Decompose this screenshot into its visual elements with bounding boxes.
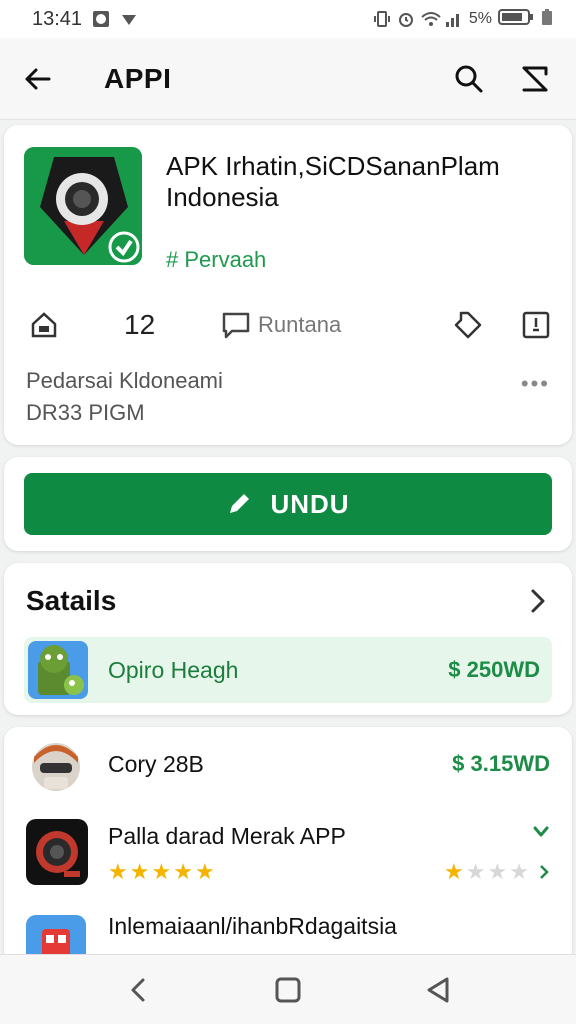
search-icon (455, 65, 483, 92)
star-icon: ★ (108, 859, 130, 884)
wifi-icon (421, 10, 441, 28)
comment-label[interactable]: Runtana (258, 312, 341, 338)
app-icon[interactable] (24, 147, 142, 265)
battery-saver-icon (540, 8, 554, 31)
comment-icon (220, 309, 252, 341)
chevron-left-icon (131, 978, 145, 1001)
app-info-card: APK Irhatin,SiCDSananPlam Indonesia # Pe… (4, 125, 572, 445)
list-item-name: Cory 28B (108, 751, 204, 777)
star-icon: ★ (487, 859, 510, 884)
app-list: Cory 28B $ 3.15WD Palla darad Merak APP … (4, 727, 572, 967)
share-button[interactable] (518, 62, 552, 96)
details-card: Satails Opiro Heagh $ 250WD (4, 563, 572, 715)
rating-stars-left: ★★★★★ (108, 859, 217, 885)
download-button[interactable]: UNDU (24, 473, 552, 535)
featured-app-name: Opiro Heagh (108, 657, 239, 683)
vibrate-icon (373, 10, 391, 28)
photo-notification-icon (92, 10, 110, 28)
featured-app-row[interactable]: Opiro Heagh $ 250WD (24, 637, 552, 703)
app-category-tag[interactable]: # Pervaah (166, 247, 266, 273)
app-name: APK Irhatin,SiCDSananPlam Indonesia (166, 151, 500, 212)
expand-chevron-icon[interactable] (532, 825, 550, 844)
download-info-icon[interactable] (520, 309, 552, 341)
publisher-info: Pedarsai Kldoneami DR33 PIGM (26, 365, 223, 429)
robot-app-icon (26, 737, 86, 797)
star-icon: ★ (194, 859, 217, 884)
stat-count: 12 (124, 309, 156, 340)
featured-app-size: $ 250WD (448, 657, 540, 682)
details-title: Satails (26, 585, 117, 616)
location-notification-icon (120, 10, 138, 28)
more-options-button[interactable]: ••• (521, 371, 550, 397)
list-item-name: Palla darad Merak APP (108, 823, 346, 849)
back-button[interactable] (18, 59, 58, 99)
star-icon: ★ (465, 859, 488, 884)
system-nav-bar (0, 954, 576, 1024)
share-icon (522, 66, 548, 91)
chevron-right-icon[interactable] (524, 587, 552, 615)
list-item-name: Inlemaiaanl/ihanbRdagaitsia (108, 913, 397, 939)
stats-row: 12 Runtana (4, 301, 572, 349)
status-time: 13:41 (32, 7, 83, 30)
publisher-sub: DR33 PIGM (26, 400, 145, 425)
tag-icon[interactable] (452, 309, 484, 341)
pencil-icon (230, 494, 250, 513)
star-icon: ★ (129, 859, 152, 884)
list-item[interactable]: Cory 28B $ 3.15WD (4, 727, 572, 813)
nav-recents-button[interactable] (422, 974, 454, 1006)
app-bar: APPI (0, 38, 576, 120)
status-bar: 13:41 5% (0, 0, 576, 38)
chevron-right-small-icon[interactable] (538, 863, 550, 886)
back-arrow-icon (25, 68, 51, 89)
triangle-back-icon (427, 977, 449, 1002)
alarm-icon (397, 10, 415, 28)
list-item[interactable]: Palla darad Merak APP ★★★★★ ★★★★ (4, 813, 572, 913)
battery-icon (498, 8, 534, 31)
android-app-icon (28, 641, 88, 699)
battery-percent: 5% (468, 10, 492, 27)
search-button[interactable] (452, 62, 486, 96)
star-icon: ★ (509, 859, 531, 884)
camera-app-icon (26, 819, 88, 885)
signal-icon (445, 10, 463, 28)
nav-home-button[interactable] (272, 974, 304, 1006)
page-title: APPI (104, 62, 172, 94)
home-icon (28, 309, 60, 341)
star-icon: ★ (444, 859, 466, 884)
publisher-name: Pedarsai Kldoneami (26, 368, 223, 393)
nav-back-button[interactable] (122, 974, 154, 1006)
download-card: UNDU (4, 457, 572, 551)
download-label: UNDU (270, 488, 350, 519)
square-icon (275, 977, 301, 1002)
list-item-size: $ 3.15WD (452, 751, 550, 776)
star-icon: ★ (151, 859, 174, 884)
rating-stars-right: ★★★★ (444, 859, 531, 885)
star-icon: ★ (173, 859, 195, 884)
